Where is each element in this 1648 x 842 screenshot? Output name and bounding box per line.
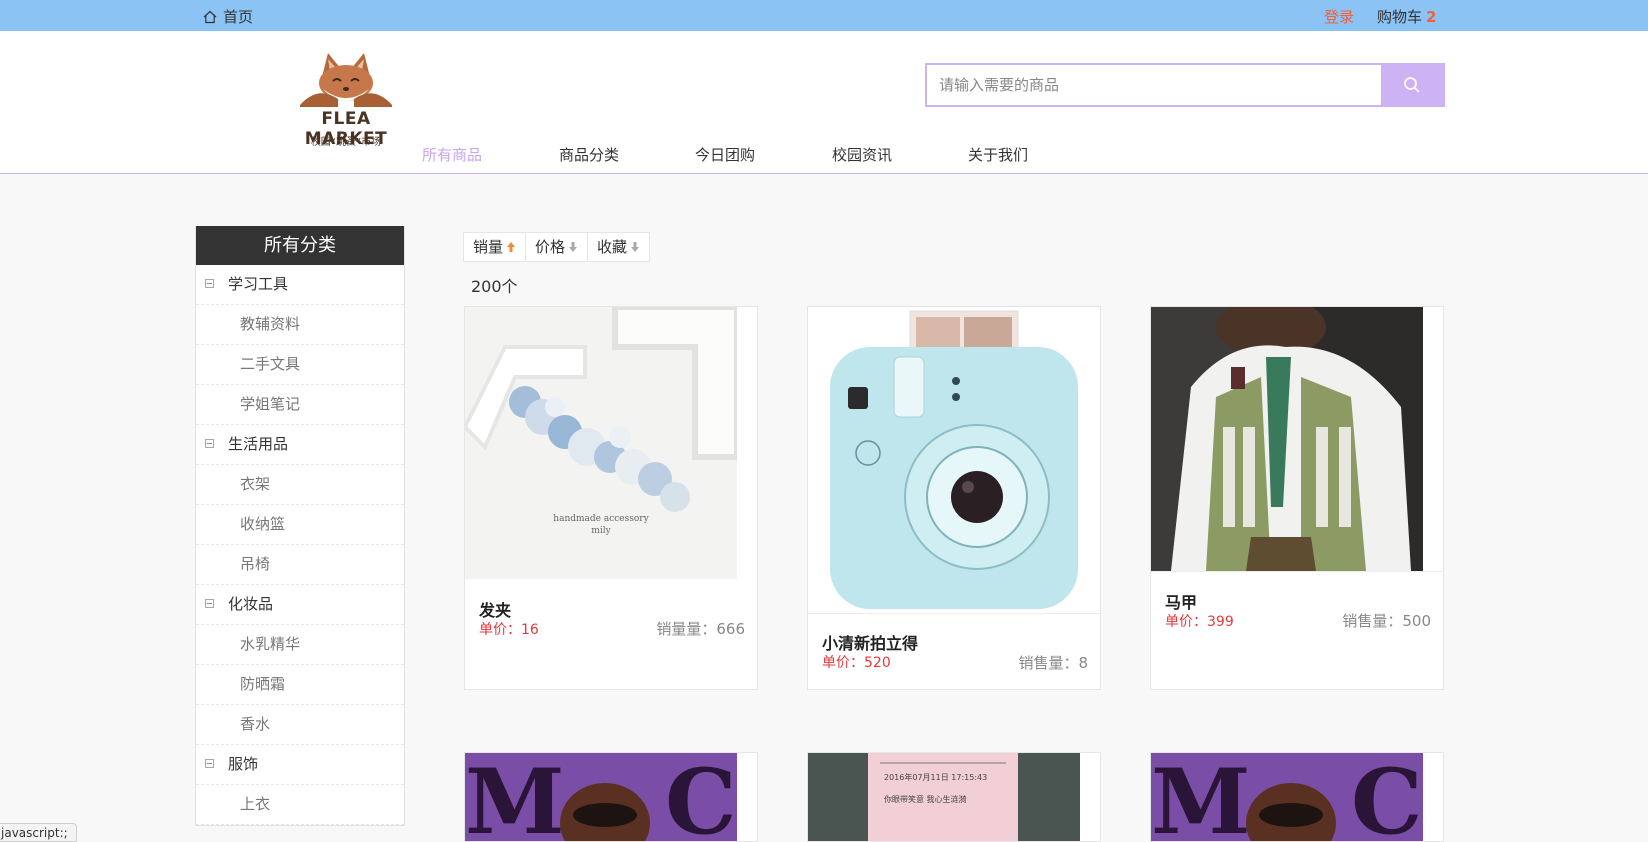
sort-by-favorites[interactable]: 收藏 [588, 233, 649, 261]
category-label: 学习工具 [228, 275, 289, 293]
arrow-up-icon [507, 242, 516, 252]
product-title[interactable]: 小清新拍立得 [822, 630, 918, 654]
home-label: 首页 [223, 8, 254, 26]
product-sales: 销量量：666 [656, 620, 745, 638]
home-link[interactable]: 首页 [203, 6, 253, 27]
nav-campus-news[interactable]: 校园资讯 [832, 144, 892, 165]
product-image[interactable] [465, 307, 737, 579]
sidebar-title: 所有分类 [196, 226, 404, 265]
sort-bar: 销量 价格 收藏 [463, 232, 651, 262]
browser-status-bar: javascript:; [0, 823, 77, 842]
site-header: FLEA MARKET 校园“跳蚤”市场 所有商品 商品分类 今日团购 校园资讯… [0, 31, 1648, 174]
svg-text:M: M [465, 753, 565, 842]
subcategory-label: 收纳篮 [240, 515, 286, 533]
arrow-down-icon [631, 242, 640, 252]
product-title[interactable]: 发夹 [479, 597, 511, 621]
nav-categories[interactable]: 商品分类 [559, 144, 619, 165]
svg-text:C: C [1351, 753, 1423, 842]
divider [1151, 571, 1443, 572]
subcategory-label: 上衣 [240, 795, 271, 813]
product-sales: 销售量：8 [1018, 654, 1088, 672]
home-icon [203, 10, 217, 23]
subcategory-label: 防晒霜 [240, 675, 286, 693]
subcategory-label: 衣架 [240, 475, 271, 493]
product-card[interactable]: 马甲 单价：399 销售量：500 [1150, 306, 1444, 690]
sort-label: 收藏 [597, 238, 628, 256]
category-label: 服饰 [228, 755, 259, 773]
search-input[interactable] [927, 65, 1382, 105]
sort-label: 销量 [473, 238, 504, 256]
nav-all-products[interactable]: 所有商品 [422, 144, 482, 165]
product-image-caption: 2016年07月11日 17:15:43 你眼带笑意 我心生涟漪 [884, 773, 988, 804]
category-label: 生活用品 [228, 435, 289, 453]
product-sales: 销售量：500 [1342, 612, 1431, 630]
subcategory-item[interactable]: 水乳精华 [196, 625, 404, 665]
subcategory-label: 香水 [240, 715, 271, 733]
subcategory-label: 水乳精华 [240, 635, 301, 653]
category-cosmetics[interactable]: 化妆品 [196, 585, 404, 625]
product-image[interactable] [1151, 307, 1423, 571]
product-card[interactable]: 2016年07月11日 17:15:43 你眼带笑意 我心生涟漪 [807, 752, 1101, 842]
product-card[interactable]: M C [1150, 752, 1444, 842]
result-count: 200个 [471, 277, 518, 296]
search-icon [1404, 77, 1420, 93]
subcategory-item[interactable]: 吊椅 [196, 545, 404, 585]
subcategory-label: 教辅资料 [240, 315, 301, 333]
main-nav: 所有商品 商品分类 今日团购 校园资讯 关于我们 [0, 144, 1648, 174]
category-label: 化妆品 [228, 595, 274, 613]
fox-logo-icon [300, 53, 392, 107]
subcategory-label: 学姐笔记 [240, 395, 301, 413]
category-study-tools[interactable]: 学习工具 [196, 265, 404, 305]
subcategory-item[interactable]: 教辅资料 [196, 305, 404, 345]
sort-label: 价格 [535, 238, 566, 256]
collapse-icon[interactable] [205, 439, 214, 448]
subcategory-item[interactable]: 上衣 [196, 785, 404, 825]
divider [808, 613, 1100, 614]
search-box [925, 63, 1445, 107]
subcategory-item[interactable]: 二手文具 [196, 345, 404, 385]
collapse-icon[interactable] [205, 279, 214, 288]
product-card[interactable]: M C [464, 752, 758, 842]
login-link[interactable]: 登录 [1324, 6, 1354, 27]
search-button[interactable] [1381, 65, 1443, 105]
collapse-icon[interactable] [205, 599, 214, 608]
product-card[interactable]: 小清新拍立得 单价：520 销售量：8 [807, 306, 1101, 690]
product-image[interactable]: M C [1151, 753, 1423, 842]
product-price: 单价：16 [479, 622, 539, 638]
svg-text:M: M [1151, 753, 1251, 842]
cart-label: 购物车 [1377, 8, 1423, 26]
arrow-down-icon [569, 242, 578, 252]
subcategory-item[interactable]: 衣架 [196, 465, 404, 505]
subcategory-label: 二手文具 [240, 355, 301, 373]
top-bar: 首页 登录 购物车 2 [0, 0, 1648, 31]
category-sidebar: 所有分类 学习工具 教辅资料 二手文具 学姐笔记 生活用品 衣架 收纳篮 吊椅 … [195, 226, 405, 826]
product-image-caption: handmade accessory mily [553, 514, 649, 536]
category-clothing[interactable]: 服饰 [196, 745, 404, 785]
nav-about-us[interactable]: 关于我们 [968, 144, 1028, 165]
product-price: 单价：399 [1165, 614, 1234, 630]
cart-count-badge: 2 [1426, 8, 1437, 26]
product-title[interactable]: 马甲 [1165, 589, 1197, 613]
product-image[interactable]: M C [465, 753, 737, 842]
subcategory-label: 吊椅 [240, 555, 271, 573]
nav-group-buy[interactable]: 今日团购 [695, 144, 755, 165]
category-daily-goods[interactable]: 生活用品 [196, 425, 404, 465]
svg-text:C: C [665, 753, 737, 842]
subcategory-item[interactable]: 香水 [196, 705, 404, 745]
product-card[interactable]: handmade accessory mily 发夹 单价：16 销量量：666 [464, 306, 758, 690]
product-price: 单价：520 [822, 655, 891, 671]
cart-link[interactable]: 购物车 2 [1377, 6, 1436, 27]
subcategory-item[interactable]: 学姐笔记 [196, 385, 404, 425]
subcategory-item[interactable]: 防晒霜 [196, 665, 404, 705]
sort-by-sales[interactable]: 销量 [464, 233, 527, 261]
sort-by-price[interactable]: 价格 [526, 233, 589, 261]
product-image[interactable] [808, 307, 1100, 613]
collapse-icon[interactable] [205, 759, 214, 768]
subcategory-item[interactable]: 收纳篮 [196, 505, 404, 545]
